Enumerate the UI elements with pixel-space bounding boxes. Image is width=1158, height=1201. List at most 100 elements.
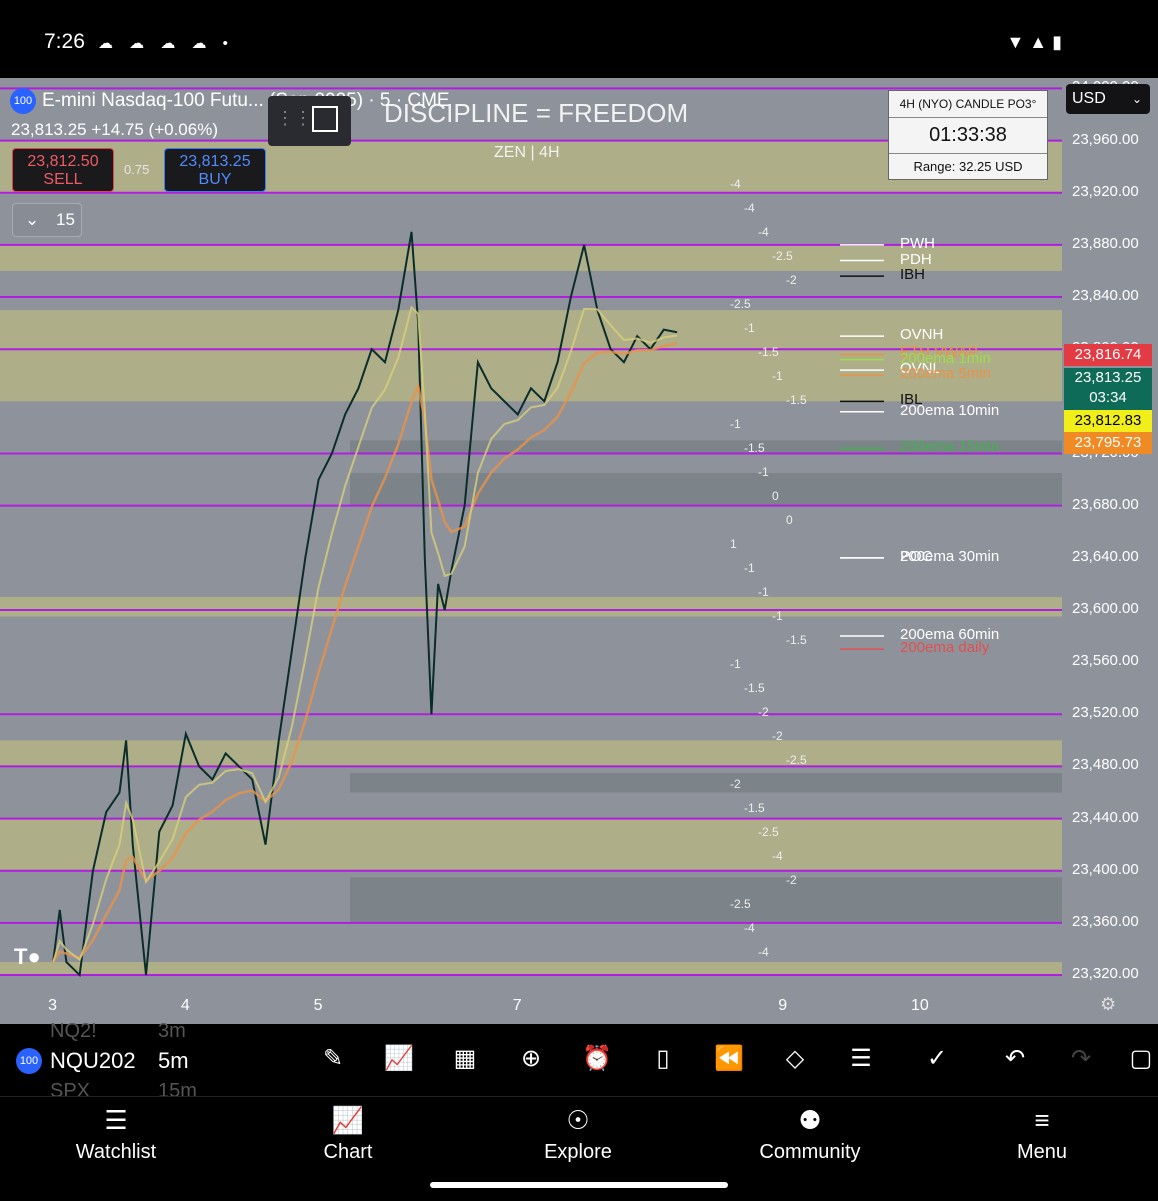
menu-icon: ≡ <box>1034 1105 1050 1135</box>
nav-menu[interactable]: ≡ Menu <box>962 1103 1122 1164</box>
time-tick-label: 7 <box>512 997 522 1014</box>
alert-clock-icon[interactable]: ⏰ <box>582 1044 612 1074</box>
price-tag: 23,812.83 <box>1064 410 1152 432</box>
candle-type-icon[interactable]: ▯ <box>648 1044 678 1074</box>
deviation-label: -1 <box>730 657 741 671</box>
supply-demand-zone <box>0 962 1062 976</box>
time-tick-label: 10 <box>910 997 929 1014</box>
chart-area[interactable]: -4 -4 -4 -2.5 -2 -2.5 -1 -1.5 -1 -1.5 -1 -1.5 -1 0 0 1-… <box>0 78 1158 1024</box>
deviation-label: -1.5 <box>786 633 807 647</box>
tradingview-logo[interactable]: T● <box>14 944 60 969</box>
deviation-label: -1 <box>744 561 755 575</box>
currency-select[interactable]: USD ⌄ <box>1066 84 1150 114</box>
deviation-label: -2.5 <box>730 897 751 911</box>
time-tick-label: 9 <box>778 997 788 1014</box>
level-label: OVNH <box>900 326 944 344</box>
drag-handle-icon[interactable]: ⋮⋮ <box>276 108 312 129</box>
time-tick-label: 4 <box>180 997 190 1014</box>
rectangle-tool-icon[interactable] <box>312 106 338 132</box>
undo-icon[interactable]: ↶ <box>1000 1044 1030 1074</box>
candle-timer: 01:33:38 <box>889 118 1047 154</box>
level-label: PDH <box>900 250 932 268</box>
buy-price: 23,813.25 <box>179 153 251 170</box>
settings-gear-icon[interactable]: ⚙ <box>1100 994 1116 1015</box>
fullscreen-icon[interactable]: ▢ <box>1126 1044 1156 1074</box>
level-label: PWH <box>900 234 935 252</box>
candle-range: Range: 32.25 USD <box>913 159 1023 174</box>
wifi-battery-icon: ▼ ▲ ▮ <box>1006 32 1062 52</box>
pencil-icon[interactable]: ✎ <box>318 1044 348 1074</box>
ticker-logo: 100 <box>16 1048 42 1074</box>
nav-label: Community <box>759 1141 861 1163</box>
prev-symbol-ghost: NQ2! <box>50 1020 97 1042</box>
price-tick-label: 23,480.00 <box>1072 756 1139 774</box>
layers-icon[interactable]: ◇ <box>780 1044 810 1074</box>
ticker-selector[interactable]: NQU202 <box>50 1048 136 1074</box>
replay-icon[interactable]: ⏪ <box>714 1044 744 1074</box>
indicators-collapse-button[interactable]: ⌄ 15 <box>12 203 82 237</box>
price-tick-label: 23,880.00 <box>1072 234 1139 252</box>
deviation-label: -1.5 <box>744 801 765 815</box>
nav-label: Chart <box>323 1141 373 1163</box>
layout-grid-icon[interactable]: ▦ <box>450 1044 480 1074</box>
level-label: 200ema 15min <box>900 438 1000 456</box>
deviation-label: -1 <box>744 321 755 335</box>
deviation-label: -4 <box>744 201 755 215</box>
volume-zone <box>350 473 1062 506</box>
deviation-label: -1 <box>758 585 769 599</box>
symbol-logo: 100 <box>10 88 36 114</box>
nav-watchlist[interactable]: ☰ Watchlist <box>36 1103 196 1164</box>
price-axis[interactable]: 24,000.0023,960.0023,920.0023,880.0023,8… <box>1062 78 1158 1024</box>
compass-icon: ☉ <box>566 1105 590 1135</box>
nav-chart[interactable]: 📈 Chart <box>268 1103 428 1164</box>
indicators-icon[interactable]: 📈 <box>384 1044 414 1074</box>
deviation-label: -4 <box>744 921 755 935</box>
deviation-label: -1 <box>758 465 769 479</box>
nav-explore[interactable]: ☉ Explore <box>498 1103 658 1164</box>
price-tick-label: 23,360.00 <box>1072 912 1139 930</box>
supply-demand-zone <box>0 596 1062 617</box>
deviation-label: -1.5 <box>744 441 765 455</box>
indicator-count: 15 <box>55 210 75 229</box>
price-tick-label: 23,840.00 <box>1072 287 1139 305</box>
candle-box-title: 4H (NYO) CANDLE PO3° <box>889 91 1047 118</box>
price-tick-label: 23,320.00 <box>1072 965 1139 983</box>
deviation-label: -1.5 <box>758 345 779 359</box>
home-indicator <box>430 1182 728 1188</box>
price-tick-label: 23,520.00 <box>1072 704 1139 722</box>
people-icon: ⚉ <box>798 1105 822 1135</box>
price-tick-label: 23,600.00 <box>1072 599 1139 617</box>
trend-tool-icon[interactable]: ✓ <box>922 1044 952 1074</box>
drawing-tool-popup[interactable]: ⋮⋮ <box>268 96 351 146</box>
level-label: 200ema 5min <box>900 365 991 383</box>
deviation-label: -1 <box>772 609 783 623</box>
nav-community[interactable]: ⚉ Community <box>730 1103 890 1164</box>
level-label: IBH <box>900 266 926 284</box>
sell-button[interactable]: 23,812.50 SELL <box>12 148 114 192</box>
interval-selector[interactable]: 5m <box>158 1048 189 1074</box>
candle-timer-box: 4H (NYO) CANDLE PO3° 01:33:38 Range: 32.… <box>888 90 1048 180</box>
deviation-label: -4 <box>730 177 741 191</box>
symbol-title[interactable]: 100 E-mini Nasdaq-100 Futu... (Sep 2025) … <box>10 88 450 114</box>
redo-icon[interactable]: ↷ <box>1066 1044 1096 1074</box>
chevron-down-icon: ⌄ <box>1131 92 1142 106</box>
next-interval-ghost: 15m <box>158 1080 197 1096</box>
status-time: 7:26 <box>44 30 85 53</box>
status-bar: 7:26 ☁ ☁ ☁ ☁ • ▼ ▲ ▮ <box>0 0 1158 78</box>
deviation-label: -2 <box>786 273 797 287</box>
add-circle-icon[interactable]: ⊕ <box>516 1044 546 1074</box>
price-tag: 23,813.25 03:34 <box>1064 368 1152 412</box>
level-label: 200ema daily <box>900 639 990 657</box>
buy-button[interactable]: 23,813.25 BUY <box>164 148 266 192</box>
prev-interval-ghost: 3m <box>158 1020 186 1042</box>
deviation-label: 1 <box>730 537 737 551</box>
deviation-label: -2.5 <box>786 753 807 767</box>
deviation-label: -1 <box>730 417 741 431</box>
symbol-name: E-mini Nasdaq-100 Futu... (Sep 2025) · 5… <box>42 90 450 112</box>
price-tag: 23,795.73 <box>1064 432 1152 454</box>
deviation-label: -2 <box>772 729 783 743</box>
deviation-label: 0 <box>772 489 779 503</box>
sell-label: SELL <box>43 171 83 188</box>
settings-sliders-icon[interactable]: ☰ <box>846 1044 876 1074</box>
supply-demand-zone <box>0 740 1062 767</box>
